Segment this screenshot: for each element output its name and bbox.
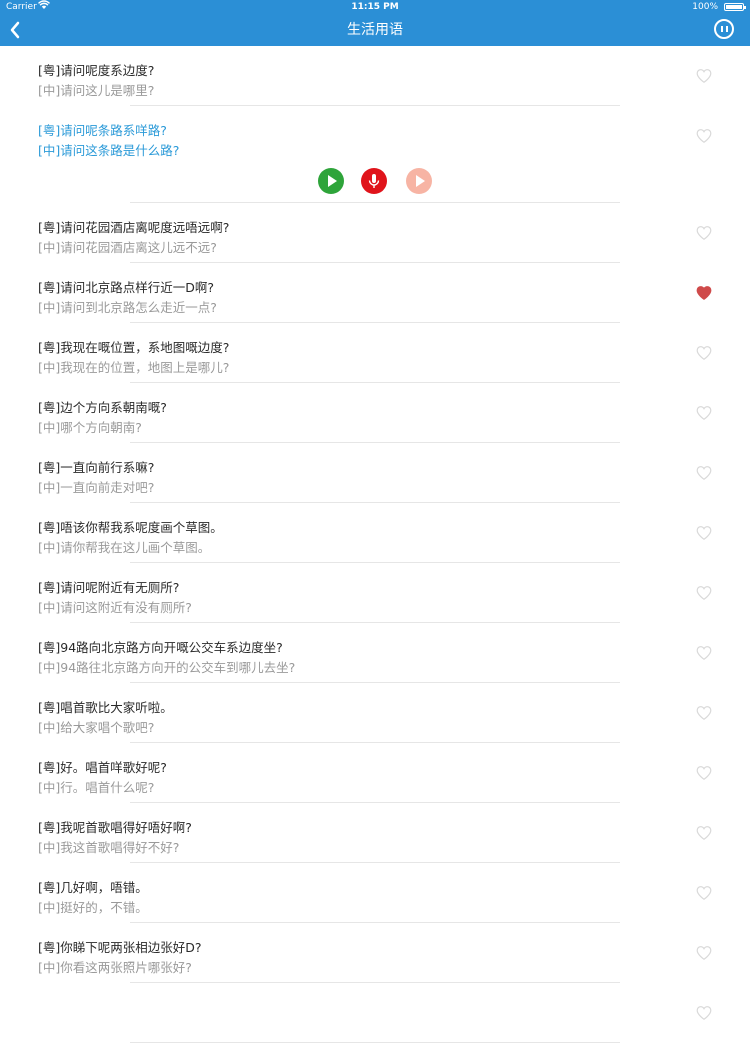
audio-controls <box>0 166 750 196</box>
heart-icon <box>696 286 712 300</box>
favorite-button[interactable] <box>696 945 712 961</box>
heart-icon <box>696 69 712 83</box>
heart-icon <box>696 886 712 900</box>
playback-button[interactable] <box>406 168 432 194</box>
status-time: 11:15 PM <box>351 2 399 12</box>
phrase-cantonese: [粤]边个方向系朝南嘅? <box>38 400 167 415</box>
phrase-cantonese: [粤]一直向前行系嘛? <box>38 460 155 475</box>
phrase-cantonese: [粤]我呢首歌唱得好唔好啊? <box>38 820 192 835</box>
favorite-button[interactable] <box>696 525 712 541</box>
favorite-button[interactable] <box>696 465 712 481</box>
list-item[interactable]: [粤]唱首歌比大家听啦。 [中]给大家唱个歌吧? <box>0 683 750 743</box>
favorite-button[interactable] <box>696 128 712 144</box>
phrase-cantonese: [粤]94路向北京路方向开嘅公交车系边度坐? <box>38 640 283 655</box>
phrase-mandarin: [中]请问到北京路怎么走近一点? <box>38 300 217 315</box>
phrase-cantonese: [粤]请问呢度系边度? <box>38 63 155 78</box>
list-item[interactable]: [粤]你睇下呢两张相边张好D? [中]你看这两张照片哪张好? <box>0 923 750 983</box>
battery-percent: 100% <box>692 2 718 12</box>
heart-icon <box>696 346 712 360</box>
phrase-mandarin: [中]请问花园酒店离这儿远不远? <box>38 240 217 255</box>
list-item[interactable]: [粤]请问呢附近有无厕所? [中]请问这附近有没有厕所? <box>0 563 750 623</box>
phrase-mandarin: [中]94路往北京路方向开的公交车到哪儿去坐? <box>38 660 296 675</box>
favorite-button[interactable] <box>696 825 712 841</box>
favorite-button[interactable] <box>696 345 712 361</box>
list-item[interactable]: [粤]唔该你帮我系呢度画个草图。 [中]请你帮我在这儿画个草图。 <box>0 503 750 563</box>
phrase-mandarin: [中]哪个方向朝南? <box>38 420 142 435</box>
phrase-cantonese: [粤]请问呢附近有无厕所? <box>38 580 180 595</box>
heart-icon <box>696 1006 712 1020</box>
list-item[interactable]: [粤]好。唱首咩歌好呢? [中]行。唱首什么呢? <box>0 743 750 803</box>
phrase-cantonese: [粤]唱首歌比大家听啦。 <box>38 700 173 715</box>
heart-icon <box>696 826 712 840</box>
phrase-cantonese: [粤]请问北京路点样行近一D啊? <box>38 280 215 295</box>
list-item[interactable]: [粤]请问呢条路系咩路? [中]请问这条路是什么路? <box>0 106 750 203</box>
favorite-button[interactable] <box>696 285 712 301</box>
phrase-cantonese: [粤]我现在嘅位置，系地图嘅边度? <box>38 340 230 355</box>
phrase-mandarin: [中]请问这附近有没有厕所? <box>38 600 192 615</box>
phrase-cantonese: [粤]几好啊，唔错。 <box>38 880 148 895</box>
list-item[interactable]: [粤]请问北京路点样行近一D啊? [中]请问到北京路怎么走近一点? <box>0 263 750 323</box>
microphone-icon <box>368 174 380 188</box>
pause-button[interactable] <box>714 19 734 39</box>
heart-icon <box>696 129 712 143</box>
page-title: 生活用语 <box>347 22 403 38</box>
favorite-button[interactable] <box>696 1005 712 1021</box>
play-icon <box>328 175 337 187</box>
heart-icon <box>696 226 712 240</box>
list-item[interactable]: [粤]我呢首歌唱得好唔好啊? [中]我这首歌唱得好不好? <box>0 803 750 863</box>
phrase-cantonese: [粤]请问呢条路系咩路? <box>38 123 167 138</box>
list-item[interactable]: [粤]我现在嘅位置，系地图嘅边度? [中]我现在的位置，地图上是哪儿? <box>0 323 750 383</box>
favorite-button[interactable] <box>696 68 712 84</box>
favorite-button[interactable] <box>696 225 712 241</box>
phrase-list: [粤]请问呢度系边度? [中]请问这儿是哪里? [粤]请问呢条路系咩路? [中]请问这… <box>0 46 750 1043</box>
heart-icon <box>696 526 712 540</box>
list-item[interactable]: [粤]请问呢度系边度? [中]请问这儿是哪里? <box>0 46 750 106</box>
heart-icon <box>696 586 712 600</box>
phrase-mandarin: [中]请你帮我在这儿画个草图。 <box>38 540 211 555</box>
list-item[interactable]: [粤]边个方向系朝南嘅? [中]哪个方向朝南? <box>0 383 750 443</box>
phrase-mandarin: [中]请问这儿是哪里? <box>38 83 155 98</box>
heart-icon <box>696 946 712 960</box>
header: Carrier 11:15 PM 100% 生活用语 <box>0 0 750 46</box>
favorite-button[interactable] <box>696 645 712 661</box>
phrase-mandarin: [中]挺好的，不错。 <box>38 900 148 915</box>
status-bar: Carrier 11:15 PM 100% <box>0 0 750 14</box>
list-item[interactable] <box>0 983 750 1043</box>
favorite-button[interactable] <box>696 765 712 781</box>
nav-bar: 生活用语 <box>0 14 750 46</box>
heart-icon <box>696 466 712 480</box>
phrase-cantonese: [粤]你睇下呢两张相边张好D? <box>38 940 202 955</box>
phrase-mandarin: [中]你看这两张照片哪张好? <box>38 960 192 975</box>
favorite-button[interactable] <box>696 885 712 901</box>
heart-icon <box>696 766 712 780</box>
phrase-mandarin: [中]给大家唱个歌吧? <box>38 720 155 735</box>
phrase-mandarin: [中]我这首歌唱得好不好? <box>38 840 180 855</box>
record-button[interactable] <box>361 168 387 194</box>
phrase-mandarin: [中]我现在的位置，地图上是哪儿? <box>38 360 230 375</box>
favorite-button[interactable] <box>696 405 712 421</box>
list-item[interactable]: [粤]几好啊，唔错。 [中]挺好的，不错。 <box>0 863 750 923</box>
favorite-button[interactable] <box>696 585 712 601</box>
list-item[interactable]: [粤]请问花园酒店离呢度远唔远啊? [中]请问花园酒店离这儿远不远? <box>0 203 750 263</box>
play-button[interactable] <box>318 168 344 194</box>
list-item[interactable]: [粤]一直向前行系嘛? [中]一直向前走对吧? <box>0 443 750 503</box>
phrase-mandarin: [中]一直向前走对吧? <box>38 480 155 495</box>
phrase-mandarin: [中]行。唱首什么呢? <box>38 780 155 795</box>
favorite-button[interactable] <box>696 705 712 721</box>
playback-icon <box>416 175 425 187</box>
heart-icon <box>696 406 712 420</box>
phrase-cantonese: [粤]请问花园酒店离呢度远唔远啊? <box>38 220 230 235</box>
heart-icon <box>696 706 712 720</box>
phrase-mandarin: [中]请问这条路是什么路? <box>38 143 180 158</box>
list-item[interactable]: [粤]94路向北京路方向开嘅公交车系边度坐? [中]94路往北京路方向开的公交车到… <box>0 623 750 683</box>
battery-icon <box>724 3 746 11</box>
heart-icon <box>696 646 712 660</box>
phrase-cantonese: [粤]好。唱首咩歌好呢? <box>38 760 167 775</box>
phrase-cantonese: [粤]唔该你帮我系呢度画个草图。 <box>38 520 223 535</box>
